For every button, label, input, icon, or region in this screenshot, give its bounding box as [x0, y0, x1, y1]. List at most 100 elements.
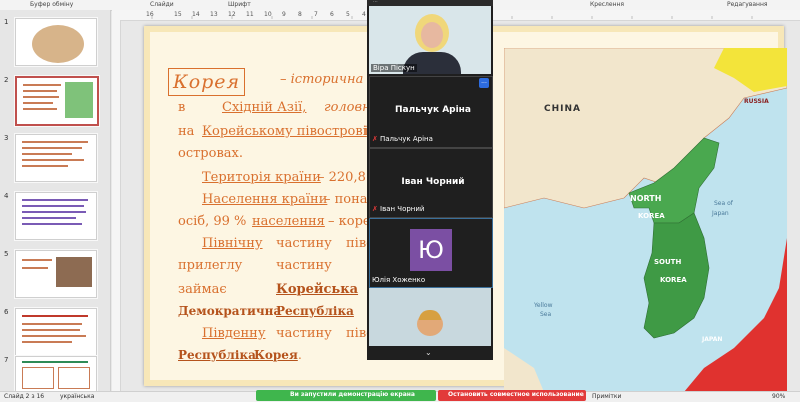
- ruler-label: 4: [362, 11, 366, 18]
- participant-name: Іван Чорний: [380, 205, 425, 213]
- slide-counter: Слайд 2 з 16: [4, 393, 45, 400]
- text-link[interactable]: населення: [252, 214, 325, 229]
- ribbon-group-font[interactable]: Шрифт: [228, 1, 251, 8]
- text-line: частину: [276, 236, 332, 251]
- person-hair: [419, 310, 441, 320]
- text-line: на: [178, 124, 195, 139]
- text-line: прилеглу: [178, 258, 243, 273]
- ruler-label: 9: [282, 11, 286, 18]
- zoom-level[interactable]: 90%: [772, 393, 785, 400]
- slide-number: 3: [4, 134, 9, 142]
- title-word: Корея: [173, 71, 241, 93]
- text-line: частину: [276, 326, 332, 341]
- ribbon-group-drawing[interactable]: Креслення: [590, 1, 624, 8]
- video-tile-5[interactable]: [369, 288, 491, 346]
- map-mini: [65, 82, 93, 118]
- share-status-text: Ви запустили демонстрацію екрана: [290, 391, 415, 398]
- participant-name: Віра Піскун: [371, 64, 417, 72]
- text-line: островах.: [178, 146, 243, 161]
- slide-thumbnail-5[interactable]: [15, 250, 97, 298]
- map-label-north: NORTH: [630, 194, 662, 203]
- screen-share-bar: Ви запустили демонстрацію екрана Останов…: [256, 390, 586, 401]
- mic-muted-icon: ✗: [372, 205, 378, 213]
- text-link[interactable]: Населення країни: [202, 192, 327, 207]
- stop-share-button[interactable]: Остановить совместное использование: [438, 390, 586, 401]
- text-line: займає: [178, 282, 227, 297]
- participant-big-name: Пальчук Аріна: [395, 105, 471, 115]
- land-corner: [504, 348, 544, 392]
- video-tile-4[interactable]: Ю Юлія Хоженко: [369, 218, 493, 288]
- ribbon-group-slides[interactable]: Слайди: [150, 1, 174, 8]
- text-line: Демократична: [178, 304, 282, 318]
- text-link[interactable]: Корейському півострові: [202, 124, 367, 139]
- map-label-japan-sea: Japan: [712, 210, 729, 217]
- map-label-korea-south: KOREA: [660, 276, 687, 284]
- text-link[interactable]: Республіка: [276, 304, 354, 318]
- video-tile-1[interactable]: Віра Піскун: [369, 6, 491, 74]
- slide-thumbnail-3[interactable]: [15, 134, 97, 182]
- korea-map[interactable]: CHINA RUSSIA NORTH KOREA SOUTH KOREA Sea…: [504, 48, 787, 392]
- map-label-sea: Sea: [540, 311, 552, 318]
- ruler-label: 5: [346, 11, 350, 18]
- ribbon-group-clipboard[interactable]: Буфер обміну: [30, 1, 73, 8]
- text-link[interactable]: Корейська: [276, 282, 358, 297]
- mic-muted-icon: ✗: [372, 135, 378, 143]
- ruler-label: 13: [210, 11, 218, 18]
- header-dots: ...: [373, 0, 378, 4]
- text-line: осіб, 99 %: [178, 214, 247, 229]
- food-photo: [30, 23, 86, 65]
- person-face: [421, 22, 443, 48]
- participant-name: Пальчук Аріна: [380, 135, 433, 143]
- video-tile-2[interactable]: Пальчук Аріна ✗ Пальчук Аріна: [369, 76, 493, 148]
- slide-number: 2: [4, 76, 9, 84]
- ruler-label: 16: [146, 11, 154, 18]
- text-line: .: [298, 348, 302, 362]
- ruler-label: 15: [174, 11, 182, 18]
- slide-thumbnail-7[interactable]: [15, 356, 97, 392]
- vertical-ruler: [112, 20, 121, 391]
- slide-number: 6: [4, 308, 9, 316]
- video-call-panel[interactable]: ... Віра Піскун ... Пальчук Аріна ✗ Паль…: [367, 0, 493, 360]
- map-label-china: CHINA: [544, 104, 581, 114]
- text-link[interactable]: Республіка: [178, 348, 256, 362]
- text-line: – історична: [280, 72, 364, 87]
- text-line: в: [178, 100, 186, 115]
- ruler-label: 11: [246, 11, 254, 18]
- ruler-label: 12: [228, 11, 236, 18]
- slide-number: 5: [4, 250, 9, 258]
- chevron-down-icon[interactable]: ⌄: [425, 348, 432, 357]
- video-tile-3[interactable]: Іван Чорний ✗ Іван Чорний: [369, 148, 493, 218]
- stop-share-label: Остановить совместное использование: [448, 391, 584, 398]
- ribbon-group-editing[interactable]: Редагування: [727, 1, 768, 8]
- ruler-label: 6: [330, 11, 334, 18]
- map-label-sea-of: Sea of: [714, 200, 733, 207]
- slide-number: 7: [4, 356, 9, 364]
- text-link[interactable]: Східній Азії,: [222, 100, 306, 115]
- map-label-japan: JAPAN: [702, 336, 723, 343]
- ruler-label: 10: [264, 11, 272, 18]
- slide-thumbnail-2[interactable]: [15, 76, 99, 126]
- notes-button[interactable]: Примітки: [592, 393, 621, 400]
- text-line: частину: [276, 258, 332, 273]
- text-link[interactable]: Територія країни: [202, 170, 321, 185]
- map-label-yellow: Yellow: [534, 302, 553, 309]
- slide-thumbnail-4[interactable]: [15, 192, 97, 240]
- map-label-russia: RUSSIA: [744, 98, 769, 105]
- slide-thumbnail-1[interactable]: [15, 18, 97, 66]
- text-link[interactable]: Корея: [254, 348, 298, 362]
- text-link[interactable]: Південну: [202, 326, 266, 341]
- map-label-korea-north: KOREA: [638, 212, 665, 220]
- photo-mini: [56, 257, 92, 287]
- title-box: Корея: [168, 68, 246, 96]
- share-status: Ви запустили демонстрацію екрана: [256, 390, 436, 401]
- ruler-label: 7: [314, 11, 318, 18]
- participant-name: Юлія Хоженко: [372, 276, 426, 284]
- language-indicator[interactable]: українська: [60, 393, 94, 400]
- text-link[interactable]: Північну: [202, 236, 263, 251]
- slide-thumbnail-6[interactable]: [15, 308, 97, 356]
- map-label-south: SOUTH: [654, 258, 682, 266]
- ruler-label: 8: [298, 11, 302, 18]
- ruler-label: 14: [192, 11, 200, 18]
- participant-big-name: Іван Чорний: [401, 177, 465, 187]
- slide-thumbnails-pane[interactable]: 1 2 3 4 5 6 7: [0, 10, 111, 392]
